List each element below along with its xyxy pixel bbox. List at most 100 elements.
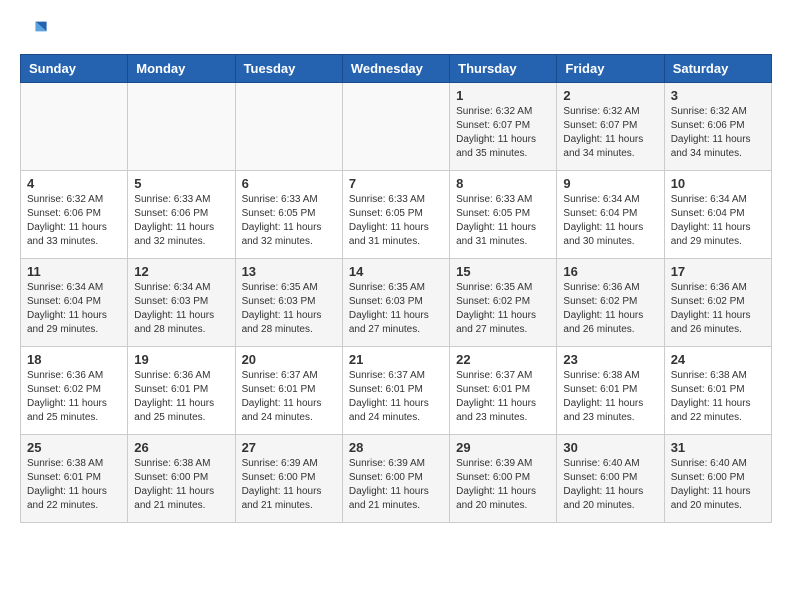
day-info: Sunrise: 6:33 AM Sunset: 6:05 PM Dayligh… [242, 193, 336, 249]
day-info: Sunrise: 6:39 AM Sunset: 6:00 PM Dayligh… [456, 457, 550, 513]
calendar-cell: 24Sunrise: 6:38 AM Sunset: 6:01 PM Dayli… [664, 347, 771, 435]
calendar-cell [128, 83, 235, 171]
calendar-week-row-2: 4 Sunrise: 6:32 AM Sunset: 6:06 PM Daylig… [21, 171, 772, 259]
day-info: Sunrise: 6:32 AM Sunset: 6:07 PM Dayligh… [563, 105, 657, 161]
day-info: Sunrise: 6:39 AM Sunset: 6:00 PM Dayligh… [349, 457, 443, 513]
day-number: 23 [563, 352, 657, 367]
day-info: Sunrise: 6:38 AM Sunset: 6:00 PM Dayligh… [134, 457, 228, 513]
day-info: Sunrise: 6:35 AM Sunset: 6:02 PM Dayligh… [456, 281, 550, 337]
calendar-cell: 11 Sunrise: 6:34 AM Sunset: 6:04 PM Dayli… [21, 259, 128, 347]
day-number: 31 [671, 440, 765, 455]
calendar-cell: 3 Sunrise: 6:32 AM Sunset: 6:06 PM Daylig… [664, 83, 771, 171]
day-number: 5 [134, 176, 228, 191]
calendar-cell [21, 83, 128, 171]
calendar-cell: 28 Sunrise: 6:39 AM Sunset: 6:00 PM Dayli… [342, 435, 449, 523]
calendar-week-row-4: 18Sunrise: 6:36 AM Sunset: 6:02 PM Dayli… [21, 347, 772, 435]
calendar-cell: 7Sunrise: 6:33 AM Sunset: 6:05 PM Daylig… [342, 171, 449, 259]
weekday-header-row: Sunday Monday Tuesday Wednesday Thursday… [21, 55, 772, 83]
day-info: Sunrise: 6:32 AM Sunset: 6:07 PM Dayligh… [456, 105, 550, 161]
calendar-week-row-5: 25 Sunrise: 6:38 AM Sunset: 6:01 PM Dayli… [21, 435, 772, 523]
day-number: 28 [349, 440, 443, 455]
day-info: Sunrise: 6:33 AM Sunset: 6:06 PM Dayligh… [134, 193, 228, 249]
calendar-cell: 13Sunrise: 6:35 AM Sunset: 6:03 PM Dayli… [235, 259, 342, 347]
calendar-cell: 19 Sunrise: 6:36 AM Sunset: 6:01 PM Dayli… [128, 347, 235, 435]
calendar-week-row-3: 11 Sunrise: 6:34 AM Sunset: 6:04 PM Dayli… [21, 259, 772, 347]
calendar-cell: 31 Sunrise: 6:40 AM Sunset: 6:00 PM Dayli… [664, 435, 771, 523]
day-info: Sunrise: 6:37 AM Sunset: 6:01 PM Dayligh… [349, 369, 443, 425]
calendar-cell: 26 Sunrise: 6:38 AM Sunset: 6:00 PM Dayli… [128, 435, 235, 523]
calendar-cell: 15 Sunrise: 6:35 AM Sunset: 6:02 PM Dayli… [450, 259, 557, 347]
day-number: 1 [456, 88, 550, 103]
day-number: 25 [27, 440, 121, 455]
header-saturday: Saturday [664, 55, 771, 83]
logo-icon [20, 16, 48, 44]
day-number: 22 [456, 352, 550, 367]
calendar-cell: 12 Sunrise: 6:34 AM Sunset: 6:03 PM Dayli… [128, 259, 235, 347]
calendar-cell: 14 Sunrise: 6:35 AM Sunset: 6:03 PM Dayli… [342, 259, 449, 347]
calendar-cell: 17 Sunrise: 6:36 AM Sunset: 6:02 PM Dayli… [664, 259, 771, 347]
calendar-cell: 16 Sunrise: 6:36 AM Sunset: 6:02 PM Dayli… [557, 259, 664, 347]
day-number: 26 [134, 440, 228, 455]
day-number: 19 [134, 352, 228, 367]
day-info: Sunrise: 6:38 AM Sunset: 6:01 PM Dayligh… [27, 457, 121, 513]
day-info: Sunrise: 6:38 AM Sunset: 6:01 PM Dayligh… [563, 369, 657, 425]
day-info: Sunrise: 6:40 AM Sunset: 6:00 PM Dayligh… [671, 457, 765, 513]
day-number: 7 [349, 176, 443, 191]
calendar-cell: 23 Sunrise: 6:38 AM Sunset: 6:01 PM Dayli… [557, 347, 664, 435]
calendar-cell: 5 Sunrise: 6:33 AM Sunset: 6:06 PM Daylig… [128, 171, 235, 259]
day-number: 3 [671, 88, 765, 103]
calendar-table: Sunday Monday Tuesday Wednesday Thursday… [20, 54, 772, 523]
day-number: 11 [27, 264, 121, 279]
day-number: 29 [456, 440, 550, 455]
day-info: Sunrise: 6:36 AM Sunset: 6:02 PM Dayligh… [671, 281, 765, 337]
header-friday: Friday [557, 55, 664, 83]
day-number: 12 [134, 264, 228, 279]
header-tuesday: Tuesday [235, 55, 342, 83]
day-number: 4 [27, 176, 121, 191]
day-info: Sunrise: 6:37 AM Sunset: 6:01 PM Dayligh… [456, 369, 550, 425]
calendar-cell: 18Sunrise: 6:36 AM Sunset: 6:02 PM Dayli… [21, 347, 128, 435]
day-info: Sunrise: 6:34 AM Sunset: 6:03 PM Dayligh… [134, 281, 228, 337]
day-info: Sunrise: 6:35 AM Sunset: 6:03 PM Dayligh… [242, 281, 336, 337]
calendar-cell: 10 Sunrise: 6:34 AM Sunset: 6:04 PM Dayli… [664, 171, 771, 259]
day-info: Sunrise: 6:35 AM Sunset: 6:03 PM Dayligh… [349, 281, 443, 337]
day-number: 9 [563, 176, 657, 191]
day-info: Sunrise: 6:36 AM Sunset: 6:02 PM Dayligh… [563, 281, 657, 337]
calendar-cell [342, 83, 449, 171]
day-number: 8 [456, 176, 550, 191]
calendar-cell [235, 83, 342, 171]
day-info: Sunrise: 6:32 AM Sunset: 6:06 PM Dayligh… [671, 105, 765, 161]
header-wednesday: Wednesday [342, 55, 449, 83]
day-number: 18 [27, 352, 121, 367]
calendar-cell: 30Sunrise: 6:40 AM Sunset: 6:00 PM Dayli… [557, 435, 664, 523]
day-number: 16 [563, 264, 657, 279]
day-number: 15 [456, 264, 550, 279]
logo [20, 16, 52, 44]
day-number: 17 [671, 264, 765, 279]
day-info: Sunrise: 6:34 AM Sunset: 6:04 PM Dayligh… [27, 281, 121, 337]
header-thursday: Thursday [450, 55, 557, 83]
calendar-cell: 2Sunrise: 6:32 AM Sunset: 6:07 PM Daylig… [557, 83, 664, 171]
day-number: 24 [671, 352, 765, 367]
calendar-cell: 29 Sunrise: 6:39 AM Sunset: 6:00 PM Dayli… [450, 435, 557, 523]
day-number: 30 [563, 440, 657, 455]
header [20, 16, 772, 44]
calendar-cell: 25 Sunrise: 6:38 AM Sunset: 6:01 PM Dayli… [21, 435, 128, 523]
calendar-cell: 9 Sunrise: 6:34 AM Sunset: 6:04 PM Daylig… [557, 171, 664, 259]
day-number: 10 [671, 176, 765, 191]
calendar-cell: 22 Sunrise: 6:37 AM Sunset: 6:01 PM Dayli… [450, 347, 557, 435]
day-info: Sunrise: 6:34 AM Sunset: 6:04 PM Dayligh… [671, 193, 765, 249]
day-number: 14 [349, 264, 443, 279]
day-info: Sunrise: 6:36 AM Sunset: 6:01 PM Dayligh… [134, 369, 228, 425]
day-info: Sunrise: 6:32 AM Sunset: 6:06 PM Dayligh… [27, 193, 121, 249]
calendar-cell: 8 Sunrise: 6:33 AM Sunset: 6:05 PM Daylig… [450, 171, 557, 259]
day-info: Sunrise: 6:33 AM Sunset: 6:05 PM Dayligh… [456, 193, 550, 249]
header-sunday: Sunday [21, 55, 128, 83]
calendar-cell: 20Sunrise: 6:37 AM Sunset: 6:01 PM Dayli… [235, 347, 342, 435]
calendar-cell: 21Sunrise: 6:37 AM Sunset: 6:01 PM Dayli… [342, 347, 449, 435]
page: Sunday Monday Tuesday Wednesday Thursday… [0, 0, 792, 539]
day-number: 6 [242, 176, 336, 191]
day-info: Sunrise: 6:34 AM Sunset: 6:04 PM Dayligh… [563, 193, 657, 249]
day-number: 20 [242, 352, 336, 367]
calendar-cell: 6 Sunrise: 6:33 AM Sunset: 6:05 PM Daylig… [235, 171, 342, 259]
